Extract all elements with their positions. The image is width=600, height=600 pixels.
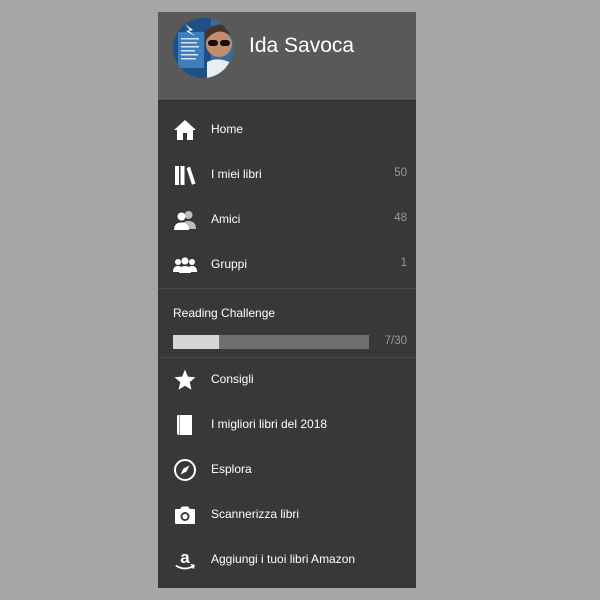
menu-item-label: Amici [211, 212, 241, 226]
divider [158, 357, 416, 358]
star-icon [173, 368, 197, 392]
svg-text:a: a [180, 548, 190, 567]
menu-item-count: 48 [394, 212, 407, 224]
reading-challenge-progress-text: 7/30 [384, 335, 407, 347]
reading-challenge-title[interactable]: Reading Challenge [173, 306, 275, 320]
menu-item-label: Aggiungi i tuoi libri Amazon [211, 552, 356, 566]
menu-item-best-books-2018[interactable]: I migliori libri del 2018 [158, 404, 416, 448]
menu-item-label: Esplora [211, 462, 252, 476]
home-icon [173, 118, 197, 142]
books-icon [173, 163, 197, 187]
menu-item-label: Consigli [211, 372, 254, 386]
camera-icon [173, 503, 197, 527]
menu-item-label: I miei libri [211, 167, 262, 181]
reading-challenge-progress-bar[interactable] [173, 335, 369, 349]
menu-item-recommendations[interactable]: Consigli [158, 359, 416, 403]
avatar[interactable] [173, 18, 233, 78]
menu-item-home[interactable]: Home [158, 109, 416, 153]
divider [158, 288, 416, 289]
menu-item-explore[interactable]: Esplora [158, 449, 416, 493]
compass-icon [173, 458, 197, 482]
menu-item-count: 1 [400, 257, 407, 269]
navigation-drawer: Ida Savoca Home I miei libri 50 Amici 48… [158, 12, 416, 588]
groups-icon [173, 253, 197, 277]
menu-item-groups[interactable]: Gruppi 1 [158, 244, 416, 288]
amazon-icon: a [173, 548, 197, 572]
menu-item-label: Home [211, 122, 244, 136]
reading-challenge-progress-fill [173, 335, 219, 349]
menu-item-scan-books[interactable]: Scannerizza libri [158, 494, 416, 538]
book-icon [173, 413, 197, 437]
profile-header[interactable]: Ida Savoca [158, 12, 416, 101]
menu-item-label: Gruppi [211, 257, 248, 271]
friends-icon [173, 208, 197, 232]
menu-item-add-amazon-books[interactable]: a Aggiungi i tuoi libri Amazon [158, 539, 416, 583]
menu-item-label: I migliori libri del 2018 [211, 417, 328, 431]
menu-item-friends[interactable]: Amici 48 [158, 199, 416, 243]
menu-item-count: 50 [394, 167, 407, 179]
menu-item-label: Scannerizza libri [211, 507, 300, 521]
menu-item-my-books[interactable]: I miei libri 50 [158, 154, 416, 198]
profile-name[interactable]: Ida Savoca [249, 34, 354, 58]
